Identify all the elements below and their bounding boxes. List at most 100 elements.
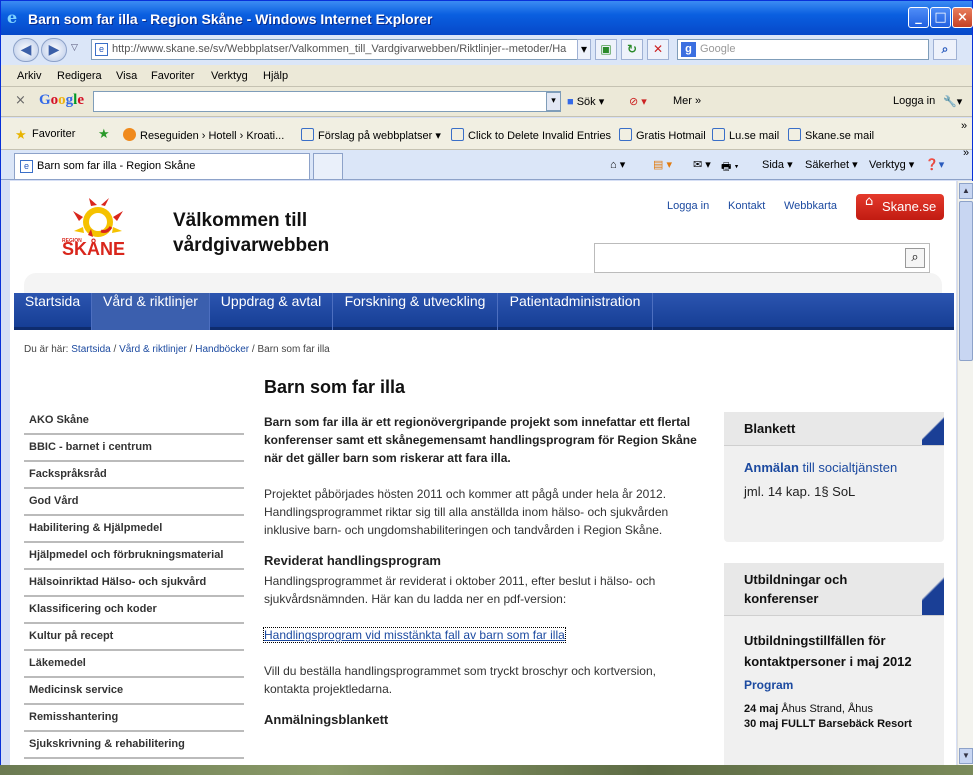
sitemap-link[interactable]: Webbkarta: [784, 200, 837, 212]
vertical-scrollbar[interactable]: ▲ ▼: [957, 181, 973, 766]
scroll-up-icon[interactable]: ▲: [959, 183, 973, 199]
tab-active[interactable]: e Barn som far illa - Region Skåne: [14, 153, 310, 179]
login-link[interactable]: Logga in: [667, 200, 709, 212]
maximize-button[interactable]: □: [930, 7, 951, 28]
left-nav-item[interactable]: Hälsoinriktad Hälso- och sjukvård: [24, 570, 244, 597]
site-search-input[interactable]: ⌕: [594, 243, 930, 273]
left-nav-item[interactable]: Hjälpmedel och förbrukningsmaterial: [24, 543, 244, 570]
skane-se-button[interactable]: ⌂ Skane.se: [856, 194, 944, 220]
menu-verktyg[interactable]: Verktyg: [211, 70, 248, 82]
minimize-button[interactable]: _: [908, 7, 929, 28]
fav-item-6[interactable]: Skane.se mail: [788, 128, 874, 142]
feeds-icon[interactable]: ▤ ▾: [653, 158, 672, 171]
breadcrumb-startsida[interactable]: Startsida: [71, 344, 110, 355]
nav-patientadministration[interactable]: Patientadministration: [498, 293, 653, 330]
favorites-button[interactable]: ★ Favoriter: [15, 128, 75, 141]
google-logo: Google: [39, 92, 85, 108]
left-nav-item[interactable]: Medicinsk service: [24, 678, 244, 705]
fav-item-3[interactable]: Click to Delete Invalid Entries: [451, 128, 611, 142]
anmalan-link[interactable]: Anmälan: [744, 460, 799, 475]
address-dropdown-icon[interactable]: ▾: [577, 39, 591, 60]
add-favorite-icon[interactable]: ★: [98, 126, 110, 142]
site-title: Välkommen till vårdgivarwebben: [173, 210, 330, 256]
left-nav-item[interactable]: BBIC - barnet i centrum: [24, 435, 244, 462]
print-icon[interactable]: 🖶 ▾: [721, 158, 739, 177]
ie-logo-icon: e: [7, 8, 18, 27]
wrench-icon[interactable]: 🔧▾: [943, 95, 962, 108]
close-button[interactable]: ×: [952, 7, 973, 28]
fav-item-2[interactable]: Förslag på webbplatser ▾: [301, 128, 441, 142]
nav-forskning[interactable]: Forskning & utveckling: [333, 293, 498, 330]
left-nav-item[interactable]: Kultur på recept: [24, 624, 244, 651]
desktop-background: [0, 765, 973, 775]
lead-paragraph: Barn som far illa är ett regionövergripa…: [264, 415, 697, 465]
logo-skane-text: SKÅNE: [62, 239, 126, 259]
left-nav-item[interactable]: Fackspråksråd: [24, 462, 244, 489]
handlingsprogram-link[interactable]: Handlingsprogram vid misstänkta fall av …: [263, 627, 566, 643]
window-title: Barn som far illa - Region Skåne - Windo…: [28, 11, 433, 27]
reseguiden-icon: [123, 128, 136, 141]
search-box[interactable]: g Google: [677, 39, 929, 60]
scroll-thumb[interactable]: [959, 201, 973, 361]
compat-view-icon[interactable]: ▣: [595, 39, 617, 60]
search-placeholder: Google: [700, 43, 736, 55]
scroll-down-icon[interactable]: ▼: [959, 748, 973, 764]
left-nav-item[interactable]: Läkemedel: [24, 651, 244, 678]
menu-favoriter[interactable]: Favoriter: [151, 70, 194, 82]
google-toolbar-input[interactable]: [93, 91, 561, 112]
socialtjansten-link[interactable]: till socialtjänsten: [803, 460, 898, 475]
left-nav-item[interactable]: God Vård: [24, 489, 244, 516]
left-nav-item[interactable]: Sjukskrivning & rehabilitering: [24, 732, 244, 759]
web-page: REGION SKÅNE Välkommen till vårdgivarweb…: [10, 181, 956, 766]
breadcrumb-handbocker[interactable]: Handböcker: [195, 344, 249, 355]
browser-window: e Barn som far illa - Region Skåne - Win…: [0, 0, 973, 775]
google-dropdown-icon[interactable]: ▾: [546, 92, 561, 111]
section-heading: Anmälningsblankett: [264, 712, 389, 727]
page-icon: e: [95, 43, 108, 56]
nav-startsida[interactable]: Startsida: [14, 293, 92, 330]
new-tab-button[interactable]: [313, 153, 343, 179]
command-overflow-icon[interactable]: »: [963, 147, 969, 159]
google-search-button[interactable]: ■ Sök ▾: [567, 95, 604, 108]
tools-menu[interactable]: Verktyg ▾: [869, 158, 914, 171]
address-bar[interactable]: e http://www.skane.se/sv/Webbplatser/Val…: [91, 39, 591, 60]
utbildningar-box: Utbildningar och konferenser Utbildnings…: [724, 563, 944, 766]
refresh-icon[interactable]: ↻: [621, 39, 643, 60]
history-dropdown-icon[interactable]: ▽: [71, 43, 78, 53]
menu-arkiv[interactable]: Arkiv: [17, 70, 41, 82]
menu-hjalp[interactable]: Hjälp: [263, 70, 288, 82]
nav-vard-riktlinjer[interactable]: Vård & riktlinjer: [92, 293, 210, 330]
menu-redigera[interactable]: Redigera: [57, 70, 102, 82]
menu-visa[interactable]: Visa: [116, 70, 137, 82]
more-button[interactable]: Mer »: [673, 95, 701, 107]
popup-blocker-icon[interactable]: ⊘ ▾: [629, 95, 647, 108]
fav-item-4[interactable]: Gratis Hotmail: [619, 128, 706, 142]
page-menu[interactable]: Sida ▾: [762, 158, 793, 171]
toolbar-close-icon[interactable]: ×: [15, 93, 26, 108]
nav-uppdrag-avtal[interactable]: Uppdrag & avtal: [210, 293, 333, 330]
back-button[interactable]: ◀: [13, 38, 39, 62]
fav-item-1[interactable]: Reseguiden › Hotell › Kroati...: [123, 128, 284, 142]
help-icon[interactable]: ❓▾: [925, 158, 944, 171]
breadcrumb-current: Barn som far illa: [257, 344, 330, 355]
search-icon[interactable]: ⌕: [905, 248, 925, 268]
favorites-overflow-icon[interactable]: »: [961, 120, 967, 132]
google-login-link[interactable]: Logga in: [893, 95, 935, 107]
stop-icon[interactable]: ✕: [647, 39, 669, 60]
contact-link[interactable]: Kontakt: [728, 200, 765, 212]
home-icon[interactable]: ⌂ ▾: [610, 158, 625, 171]
left-nav-item[interactable]: Remisshantering: [24, 705, 244, 732]
safety-menu[interactable]: Säkerhet ▾: [805, 158, 858, 171]
mail-icon[interactable]: ✉ ▾: [693, 158, 711, 171]
ie-page-icon: [712, 128, 725, 141]
left-nav-item[interactable]: AKO Skåne: [24, 408, 244, 435]
fav-item-5[interactable]: Lu.se mail: [712, 128, 779, 142]
region-skane-logo-icon[interactable]: [71, 197, 125, 239]
search-go-icon[interactable]: ⌕: [933, 39, 957, 60]
breadcrumb-vard[interactable]: Vård & riktlinjer: [119, 344, 187, 355]
forward-button[interactable]: ▶: [41, 38, 67, 62]
left-nav-item[interactable]: Habilitering & Hjälpmedel: [24, 516, 244, 543]
google-toolbar: × Google ▾ ■ Sök ▾ ⊘ ▾ Mer » Logga in 🔧▾: [1, 87, 972, 117]
left-nav-item[interactable]: Klassificering och koder: [24, 597, 244, 624]
program-link[interactable]: Program: [744, 678, 924, 692]
